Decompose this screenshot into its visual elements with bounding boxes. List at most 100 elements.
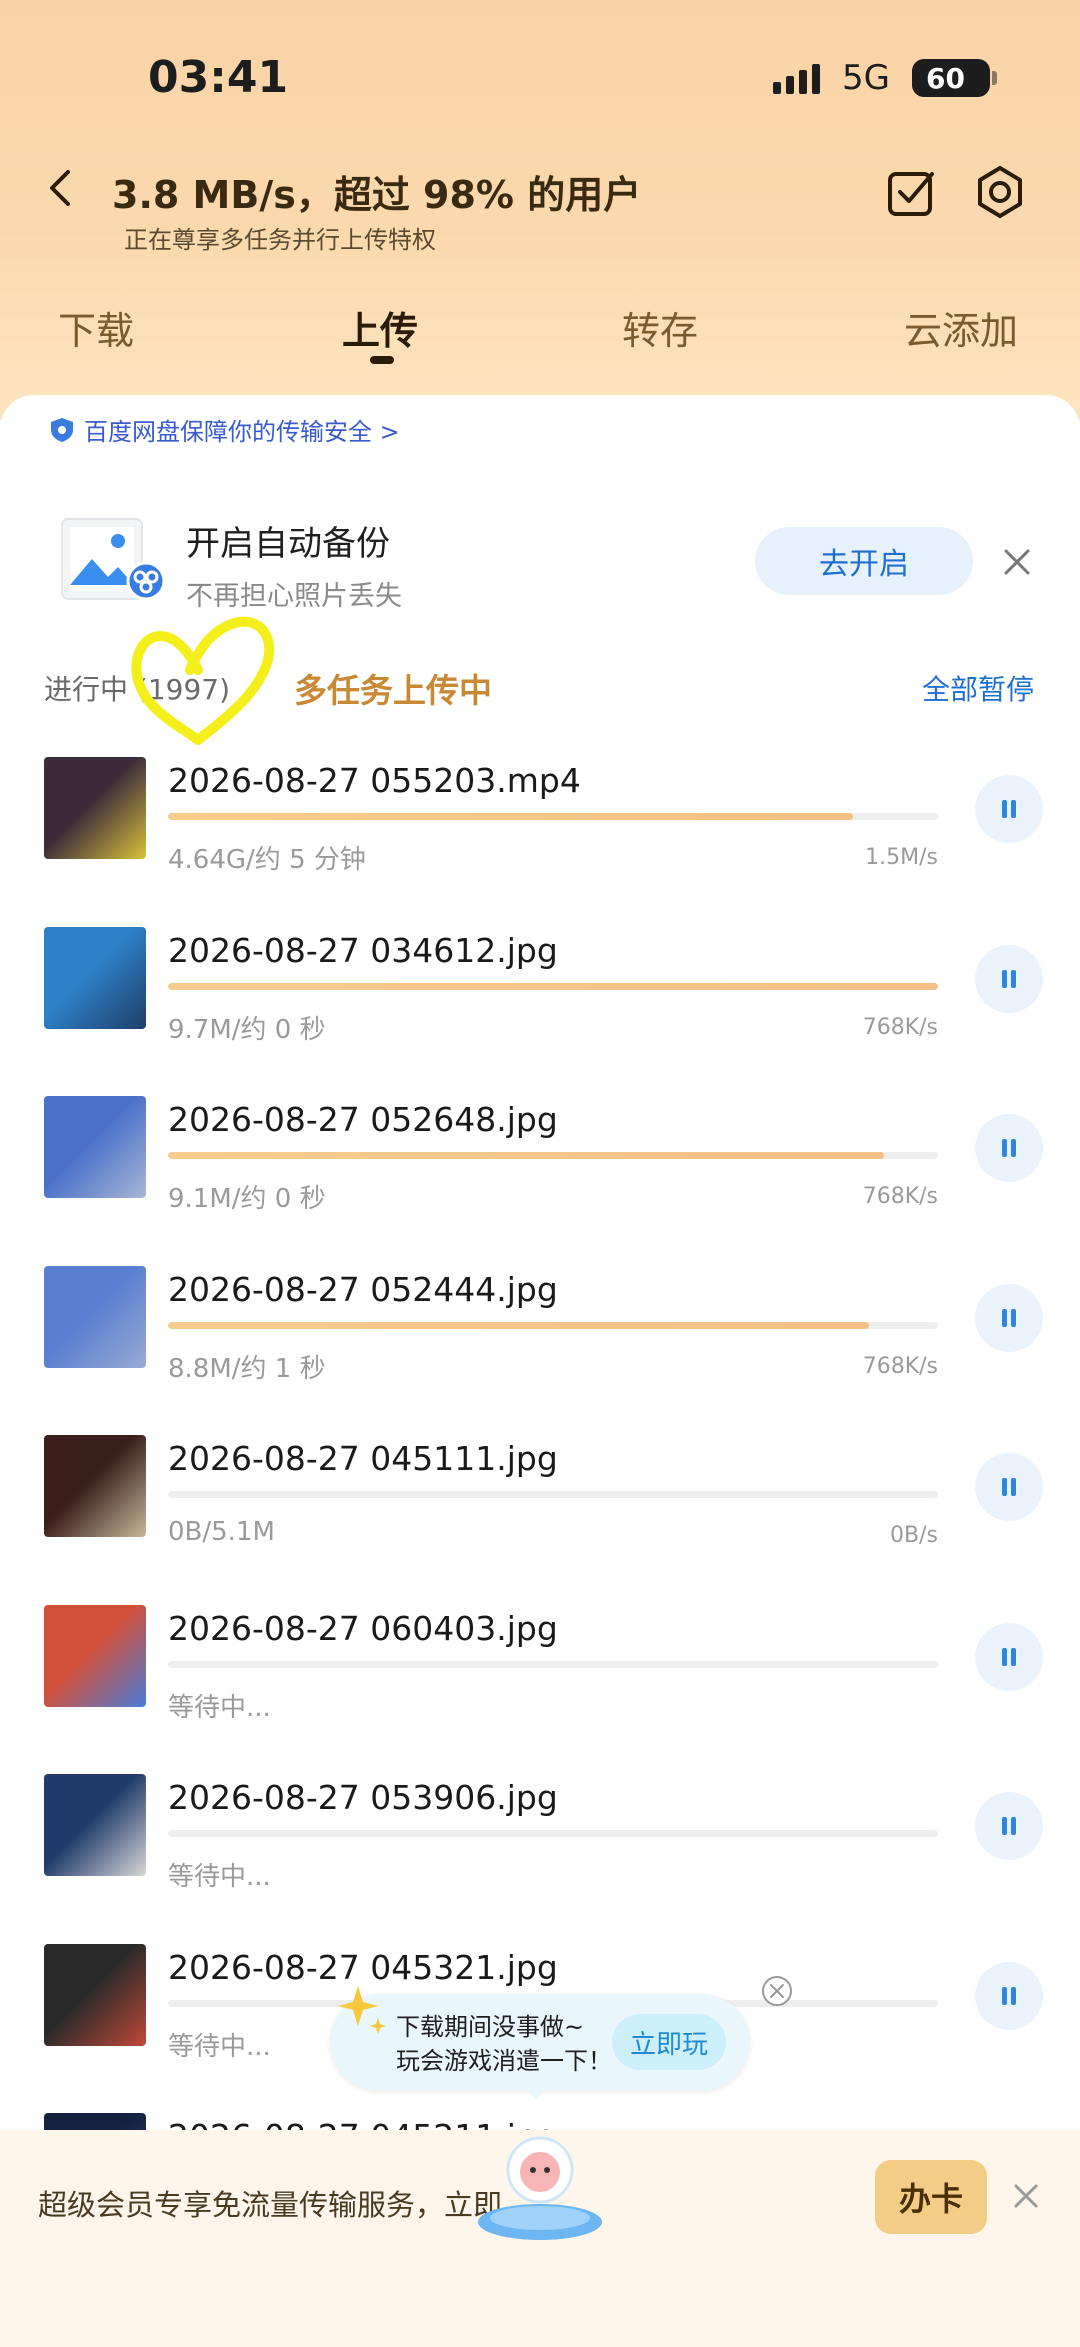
upload-speed: 0B/s — [890, 1523, 938, 1548]
battery-icon: 60 — [912, 59, 997, 97]
backup-title: 开启自动备份 — [186, 524, 390, 564]
file-name: 2026-08-27 052444.jpg — [168, 1270, 558, 1309]
file-name: 2026-08-27 053906.jpg — [168, 1778, 558, 1817]
upload-item[interactable]: 2026-08-27 034612.jpg 9.7M/约 0 秒 768K/s — [0, 927, 1080, 1097]
pause-button[interactable] — [975, 1962, 1043, 2030]
pause-button[interactable] — [975, 1792, 1043, 1860]
pause-icon — [1002, 1817, 1016, 1835]
sparkle-icon — [338, 1986, 386, 2034]
back-arrow-icon[interactable] — [40, 168, 80, 208]
close-icon[interactable] — [1000, 545, 1034, 579]
file-thumbnail — [44, 1605, 146, 1707]
upload-item[interactable]: 2026-08-27 045111.jpg 0B/5.1M 0B/s — [0, 1435, 1080, 1605]
pause-button[interactable] — [975, 775, 1043, 843]
speed-title: 3.8 MB/s，超过 98% 的用户 — [112, 173, 642, 217]
play-now-button[interactable]: 立即玩 — [612, 2014, 726, 2070]
tab-cloud-add[interactable]: 云添加 — [904, 300, 1018, 355]
active-tab-indicator — [370, 356, 394, 364]
safety-notice[interactable]: 百度网盘保障你的传输安全 > — [50, 412, 400, 447]
file-thumbnail — [44, 927, 146, 1029]
vip-banner-text: 超级会员专享免流量传输服务，立即 — [38, 2188, 503, 2222]
upload-item[interactable]: 2026-08-27 060403.jpg 等待中... — [0, 1605, 1080, 1775]
upload-speed: 768K/s — [862, 1015, 938, 1040]
upload-progress-fill — [168, 1152, 885, 1159]
pause-icon — [1002, 1478, 1016, 1496]
speed-subtitle: 正在尊享多任务并行上传特权 — [124, 226, 436, 254]
bubble-tail — [524, 2086, 548, 2100]
file-name: 2026-08-27 045111.jpg — [168, 1439, 558, 1478]
upload-progress-fill — [168, 813, 854, 820]
upload-speed: 1.5M/s — [865, 845, 938, 870]
upload-progress-bar — [168, 1491, 938, 1498]
pause-button[interactable] — [975, 945, 1043, 1013]
file-meta: 9.7M/约 0 秒 — [168, 1015, 326, 1045]
file-thumbnail — [44, 1096, 146, 1198]
tab-transfer[interactable]: 转存 — [622, 300, 698, 355]
upload-item[interactable]: 2026-08-27 052444.jpg 8.8M/约 1 秒 768K/s — [0, 1266, 1080, 1436]
upload-progress-bar — [168, 1830, 938, 1837]
network-type: 5G — [842, 58, 890, 98]
pause-all-button[interactable]: 全部暂停 — [922, 668, 1034, 708]
pause-button[interactable] — [975, 1453, 1043, 1521]
upload-progress-fill — [168, 1322, 869, 1329]
signal-icon — [773, 62, 821, 94]
status-indicators: 5G 60 — [773, 58, 997, 98]
upload-speed: 768K/s — [862, 1354, 938, 1379]
file-name: 2026-08-27 055203.mp4 — [168, 761, 581, 800]
pause-button[interactable] — [975, 1284, 1043, 1352]
tab-download[interactable]: 下载 — [58, 300, 134, 355]
tab-bar: 下载 上传 转存 云添加 — [0, 300, 1080, 360]
file-name: 2026-08-27 052648.jpg — [168, 1100, 558, 1139]
upload-progress-bar — [168, 1152, 938, 1159]
pause-button[interactable] — [975, 1623, 1043, 1691]
settings-gear-icon[interactable] — [972, 164, 1028, 220]
file-thumbnail — [44, 1435, 146, 1537]
upload-item[interactable]: 2026-08-27 055203.mp4 4.64G/约 5 分钟 1.5M/s — [0, 757, 1080, 927]
upload-progress-bar — [168, 983, 938, 990]
file-thumbnail — [44, 1266, 146, 1368]
file-thumbnail — [44, 757, 146, 859]
tab-upload[interactable]: 上传 — [342, 300, 418, 355]
file-meta: 等待中... — [168, 1693, 271, 1723]
heart-scribble-annotation — [131, 616, 275, 745]
pause-icon — [1002, 1309, 1016, 1327]
file-meta: 等待中... — [168, 1862, 271, 1892]
pause-icon — [1002, 1987, 1016, 2005]
game-promo-line2: 玩会游戏消遣一下！ — [396, 2047, 612, 2075]
file-meta: 等待中... — [168, 2032, 271, 2062]
enable-backup-button[interactable]: 去开启 — [755, 527, 973, 595]
battery-level: 60 — [926, 61, 965, 95]
photo-backup-icon — [61, 518, 166, 601]
file-name: 2026-08-27 060403.jpg — [168, 1609, 558, 1648]
upload-progress-bar — [168, 813, 938, 820]
upload-item[interactable]: 2026-08-27 053906.jpg 等待中... — [0, 1774, 1080, 1944]
file-meta: 4.64G/约 5 分钟 — [168, 845, 366, 875]
pause-icon — [1002, 1648, 1016, 1666]
astronaut-mascot-icon — [478, 2136, 602, 2240]
shield-icon — [51, 417, 73, 442]
file-meta: 0B/5.1M — [168, 1517, 275, 1547]
close-circle-icon[interactable] — [760, 1974, 794, 2008]
file-meta: 9.1M/约 0 秒 — [168, 1184, 326, 1214]
close-icon[interactable] — [1010, 2180, 1042, 2212]
file-thumbnail — [44, 1944, 146, 2046]
upload-speed: 768K/s — [862, 1184, 938, 1209]
game-promo-line1: 下载期间没事做~ — [396, 2013, 585, 2041]
safety-notice-text: 百度网盘保障你的传输安全 > — [84, 418, 400, 446]
status-time: 03:41 — [148, 52, 289, 103]
multi-task-label: 多任务上传中 — [294, 671, 492, 710]
upload-progress-bar — [168, 1661, 938, 1668]
upload-progress-bar — [168, 1322, 938, 1329]
upload-item[interactable]: 2026-08-27 052648.jpg 9.1M/约 0 秒 768K/s — [0, 1096, 1080, 1266]
game-promo-text: 下载期间没事做~ 玩会游戏消遣一下！ — [396, 2010, 612, 2078]
pause-icon — [1002, 1139, 1016, 1157]
file-name: 2026-08-27 034612.jpg — [168, 931, 558, 970]
get-card-button[interactable]: 办卡 — [875, 2160, 987, 2234]
pause-icon — [1002, 800, 1016, 818]
pause-button[interactable] — [975, 1114, 1043, 1182]
file-meta: 8.8M/约 1 秒 — [168, 1354, 326, 1384]
upload-progress-fill — [168, 983, 938, 990]
select-checkbox-icon[interactable] — [884, 164, 940, 220]
pause-icon — [1002, 970, 1016, 988]
file-thumbnail — [44, 1774, 146, 1876]
